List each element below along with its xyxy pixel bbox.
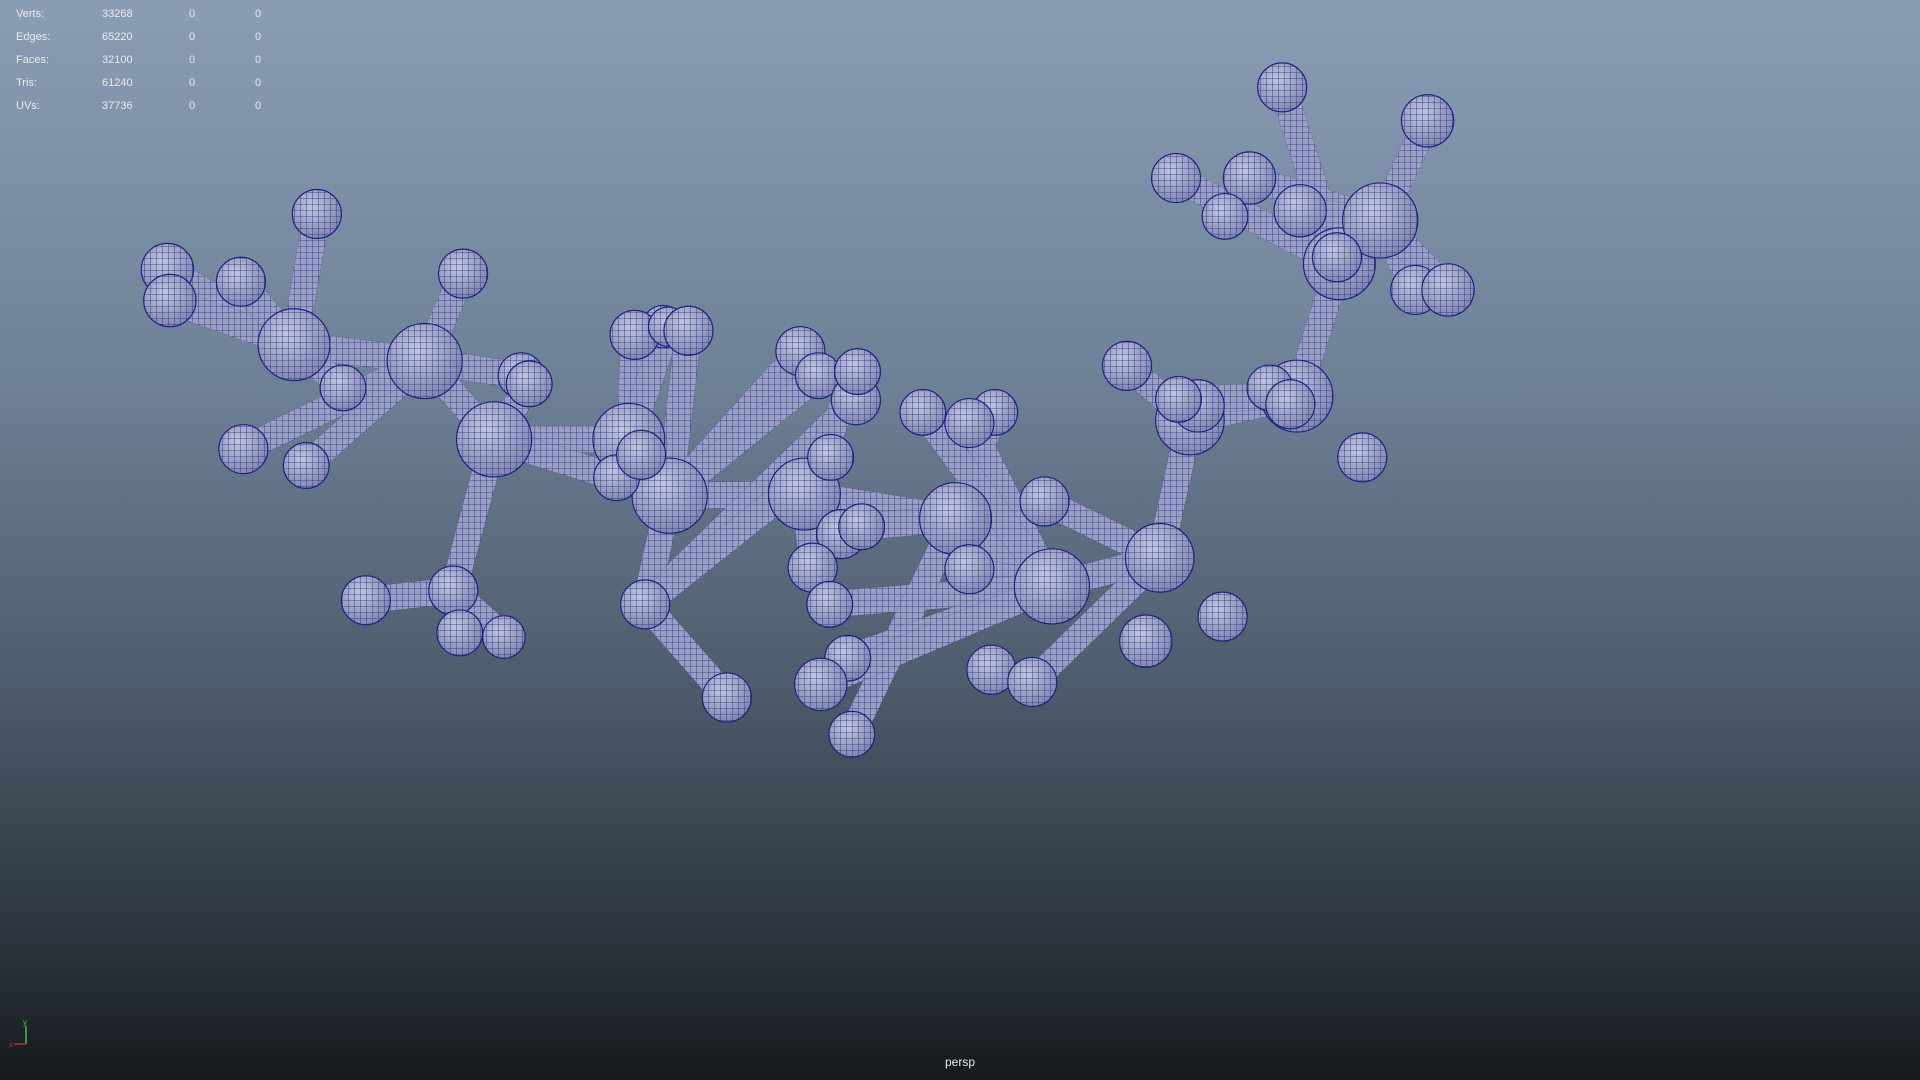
atom (834, 348, 882, 396)
atom (428, 565, 479, 616)
hud-value: 0 (189, 99, 196, 112)
atom (620, 579, 671, 630)
atom (944, 397, 995, 449)
atom (1150, 152, 1202, 204)
atom (1101, 340, 1153, 391)
poly-count-hud: Verts: 33268 0 0 Edges: 65220 0 0 Faces:… (16, 2, 295, 117)
hud-value: 37736 (102, 99, 133, 112)
atom (1273, 183, 1327, 238)
atom (1201, 192, 1249, 240)
atom (218, 424, 269, 475)
atom-group (140, 62, 1475, 758)
atom (616, 429, 667, 481)
hud-value: 0 (255, 30, 262, 43)
atom (386, 322, 463, 400)
atom (807, 433, 855, 481)
atom (291, 188, 342, 240)
hud-row-edges: Edges: 65220 0 0 (16, 25, 295, 48)
atom (437, 248, 489, 299)
atom (282, 442, 330, 489)
atom (919, 482, 993, 556)
hud-row-uvs: UVs: 37736 0 0 (16, 94, 295, 117)
camera-name-label: persp (944, 1055, 976, 1069)
hud-label: Faces: (16, 53, 50, 66)
3d-viewport[interactable]: Verts: 33268 0 0 Edges: 65220 0 0 Faces:… (0, 0, 1920, 1080)
hud-label: Edges: (16, 30, 51, 43)
hud-value: 65220 (102, 30, 133, 43)
axis-y-label: y (23, 1018, 27, 1027)
hud-value: 33268 (102, 7, 133, 20)
hud-label: UVs: (16, 99, 40, 112)
atom (319, 364, 367, 412)
atom (1013, 548, 1091, 625)
hud-value: 0 (255, 7, 262, 20)
hud-value: 0 (189, 76, 196, 89)
hud-row-faces: Faces: 32100 0 0 (16, 48, 295, 71)
hud-label: Tris: (16, 76, 37, 89)
atom (482, 615, 526, 659)
atom (257, 308, 331, 382)
atom (215, 256, 267, 307)
atom (838, 503, 886, 551)
axis-gizmo-icon: y x (9, 1018, 27, 1048)
atom (1311, 232, 1363, 283)
atom (1337, 432, 1388, 483)
atom (701, 672, 752, 723)
atom (806, 580, 854, 628)
atom (505, 360, 553, 408)
atom (1155, 375, 1202, 423)
hud-value: 61240 (102, 76, 133, 89)
atom (899, 388, 947, 436)
hud-value: 0 (255, 99, 262, 112)
hud-value: 0 (189, 7, 196, 20)
atom (1124, 522, 1195, 593)
axis-x-label: x (9, 1040, 13, 1048)
atom (436, 609, 484, 657)
atom (455, 401, 533, 478)
atom (1400, 94, 1455, 148)
hud-value: 0 (255, 76, 262, 89)
atom (663, 305, 714, 356)
atom (944, 544, 995, 595)
hud-row-verts: Verts: 33268 0 0 (16, 2, 295, 25)
hud-value: 0 (189, 53, 196, 66)
atom (794, 657, 848, 712)
hud-label: Verts: (16, 7, 45, 20)
atom (1265, 379, 1316, 430)
hud-value: 0 (255, 53, 262, 66)
atom (1007, 656, 1058, 708)
atom (1421, 263, 1475, 317)
atom (1019, 476, 1070, 527)
hud-value: 32100 (102, 53, 133, 66)
atom (1257, 62, 1308, 113)
atom (340, 575, 391, 626)
hud-value: 0 (189, 30, 196, 43)
atom (143, 273, 197, 328)
atom (1197, 591, 1248, 642)
molecule-wireframe-model[interactable] (0, 0, 1920, 1080)
hud-row-tris: Tris: 61240 0 0 (16, 71, 295, 94)
atom (1119, 614, 1173, 668)
atom (828, 710, 876, 758)
